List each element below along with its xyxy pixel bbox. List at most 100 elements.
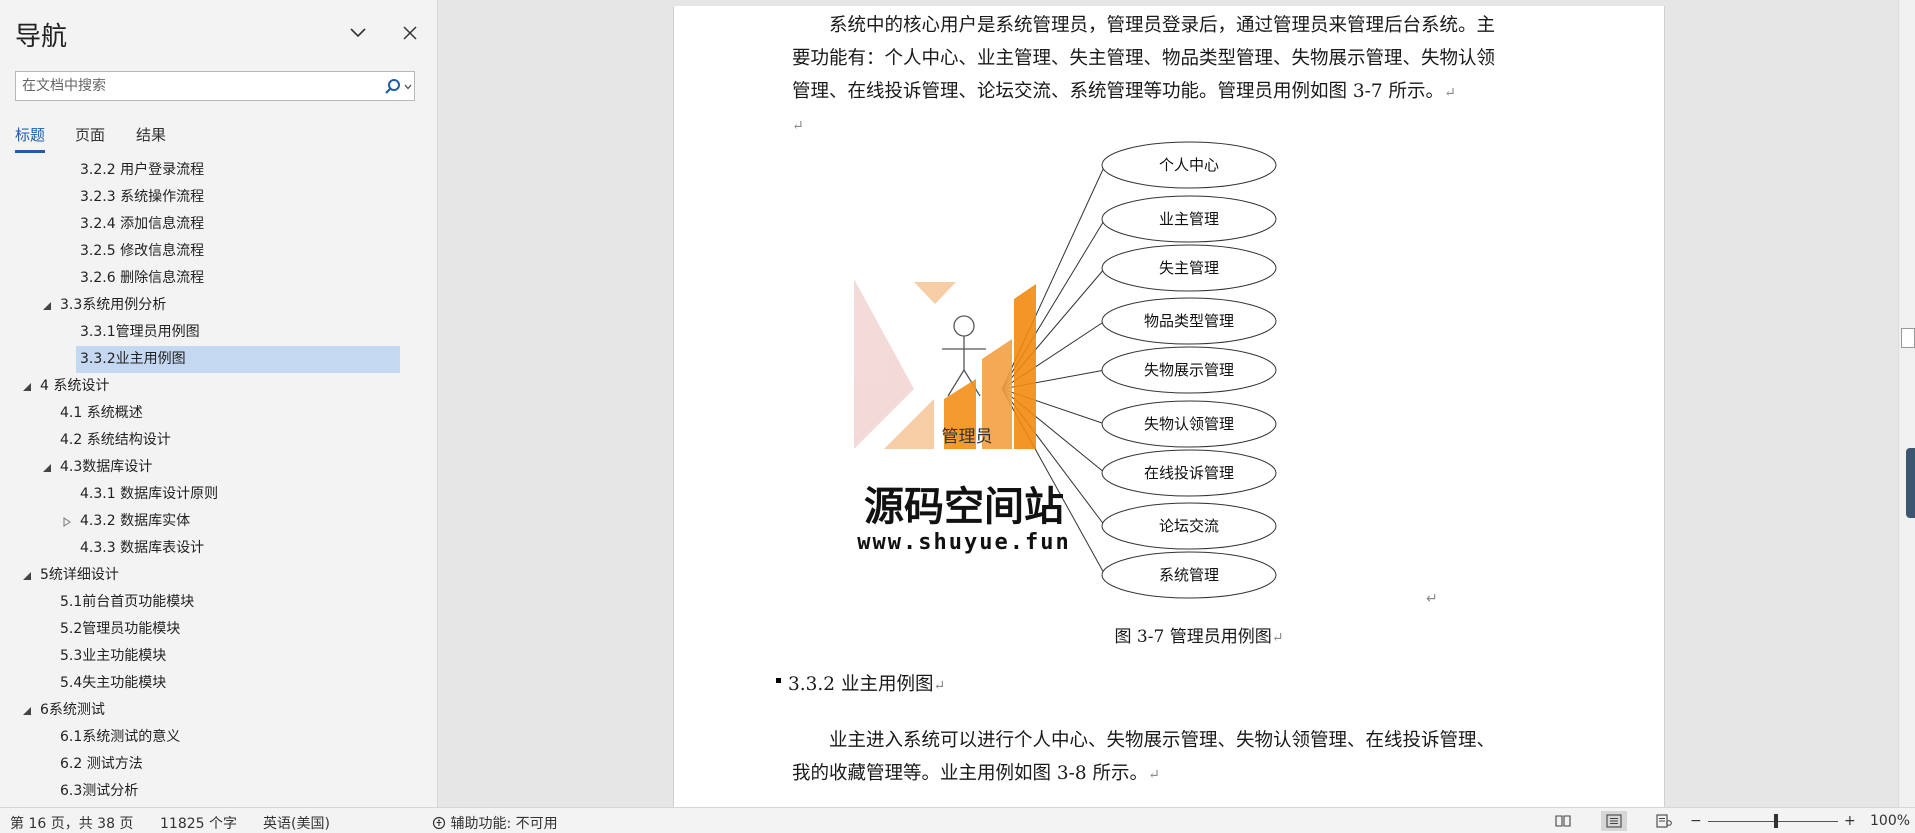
print-layout-button[interactable] xyxy=(1601,811,1627,831)
outline-item[interactable]: 6.1系统测试的意义 xyxy=(60,724,180,751)
expanded-triangle-icon[interactable] xyxy=(20,697,34,724)
outline-item-label: 6.3测试分析 xyxy=(60,783,139,799)
side-panel-grip[interactable] xyxy=(1906,448,1915,518)
outline-item[interactable]: 4.2 系统结构设计 xyxy=(60,427,171,454)
use-case: 失物展示管理 xyxy=(1101,346,1277,394)
search-icon[interactable] xyxy=(384,78,402,96)
outline-item-label: 4.3.3 数据库表设计 xyxy=(80,540,205,556)
tab-pages[interactable]: 页面 xyxy=(75,124,105,145)
paragraph-owner-intro: 业主进入系统可以进行个人中心、失物展示管理、失物认领管理、在线投诉管理、 我的收… xyxy=(792,724,1552,792)
collapsed-triangle-icon[interactable] xyxy=(60,508,74,535)
section-heading: 3.3.2 业主用例图↵ xyxy=(788,670,945,696)
status-bar: 第 16 页，共 38 页 11825 个字 英语(美国) 辅助功能: 不可用 xyxy=(0,807,1915,833)
outline-item-label: 4.3.2 数据库实体 xyxy=(80,513,191,529)
expanded-triangle-icon[interactable] xyxy=(20,562,34,589)
outline-item-label: 4.3.1 数据库设计原则 xyxy=(80,486,219,502)
expanded-triangle-icon[interactable] xyxy=(20,373,34,400)
zoom-slider-thumb[interactable] xyxy=(1774,814,1778,828)
outline-item[interactable]: 6系统测试 xyxy=(40,697,105,724)
web-layout-button[interactable] xyxy=(1651,811,1677,831)
close-icon xyxy=(403,26,417,40)
watermark-logo xyxy=(854,279,1036,449)
outline-item-label: 4.1 系统概述 xyxy=(60,405,143,421)
outline-item[interactable]: 4 系统设计 xyxy=(40,373,109,400)
outline-item[interactable]: 3.2.3 系统操作流程 xyxy=(80,184,204,211)
outline-item[interactable]: 3.2.6 删除信息流程 xyxy=(80,265,204,292)
outline-item-label: 4.2 系统结构设计 xyxy=(60,432,171,448)
outline-item[interactable]: 3.2.2 用户登录流程 xyxy=(80,157,204,184)
use-case-label: 失物展示管理 xyxy=(1144,361,1234,379)
outline-item[interactable]: 4.3.2 数据库实体 xyxy=(80,508,190,535)
outline-item-label: 4.3数据库设计 xyxy=(60,459,153,475)
page-count[interactable]: 第 16 页，共 38 页 xyxy=(10,813,133,833)
outline-item[interactable]: 5.4失主功能模块 xyxy=(60,670,166,697)
search-box xyxy=(15,71,415,101)
paragraph-mark: ↵ xyxy=(1444,85,1456,101)
scrollbar-thumb[interactable] xyxy=(1901,328,1915,348)
actor-label: 管理员 xyxy=(942,427,993,447)
outline-item[interactable]: 4.1 系统概述 xyxy=(60,400,143,427)
watermark-url: www.shuyue.fun xyxy=(857,530,1071,555)
text-line: 管理、在线投诉管理、论坛交流、系统管理等功能。管理员用例如图 3-7 所示。 xyxy=(792,81,1445,102)
search-options-chevron-icon[interactable] xyxy=(404,82,412,92)
nav-close-button[interactable] xyxy=(395,18,425,48)
use-case-label: 在线投诉管理 xyxy=(1144,464,1234,482)
outline-item-label: 6.1系统测试的意义 xyxy=(60,729,181,745)
heading-bullet xyxy=(776,678,781,683)
watermark-title: 源码空间站 xyxy=(864,484,1064,530)
zoom-out-button[interactable]: − xyxy=(1690,813,1702,829)
outline-item[interactable]: 3.3.2业主用例图 xyxy=(76,346,400,373)
outline-item[interactable]: 4.3.3 数据库表设计 xyxy=(80,535,204,562)
heading-text: 3.3.2 业主用例图 xyxy=(788,674,934,695)
outline-item[interactable]: 5.1前台首页功能模块 xyxy=(60,589,194,616)
zoom-level[interactable]: 100% xyxy=(1870,813,1910,829)
expanded-triangle-icon[interactable] xyxy=(40,454,54,481)
outline-item[interactable]: 3.2.5 修改信息流程 xyxy=(80,238,204,265)
outline-item[interactable]: 6.2 测试方法 xyxy=(60,751,143,778)
read-mode-button[interactable] xyxy=(1550,811,1576,831)
paragraph-mark: ↵ xyxy=(1148,767,1160,783)
outline-item[interactable]: 6.3测试分析 xyxy=(60,778,138,805)
search-input[interactable] xyxy=(22,75,382,97)
use-case-label: 物品类型管理 xyxy=(1144,312,1234,330)
use-case-label: 业主管理 xyxy=(1159,210,1219,228)
use-case: 物品类型管理 xyxy=(1101,297,1277,345)
zoom-slider-track[interactable] xyxy=(1708,821,1838,822)
outline-item[interactable]: 4.3数据库设计 xyxy=(60,454,152,481)
outline-item-label: 6系统测试 xyxy=(40,702,105,718)
outline-item-label: 5.1前台首页功能模块 xyxy=(60,594,195,610)
outline-item[interactable]: 4.3.1 数据库设计原则 xyxy=(80,481,218,508)
outline-item[interactable]: 5统详细设计 xyxy=(40,562,119,589)
language-indicator[interactable]: 英语(美国) xyxy=(263,813,330,833)
text-line: 我的收藏管理等。业主用例如图 3-8 所示。 xyxy=(792,763,1149,784)
outline-item-label: 3.2.4 添加信息流程 xyxy=(80,216,205,232)
nav-options-button[interactable] xyxy=(343,18,373,48)
outline-item[interactable]: 3.3系统用例分析 xyxy=(60,292,166,319)
paragraph-mark: ↵ xyxy=(1271,630,1284,646)
outline-item[interactable]: 3.2.4 添加信息流程 xyxy=(80,211,204,238)
chevron-down-icon xyxy=(350,28,366,38)
outline-item[interactable]: 3.3.1管理员用例图 xyxy=(80,319,200,346)
outline-item-label: 3.3.1管理员用例图 xyxy=(80,324,200,340)
word-count[interactable]: 11825 个字 xyxy=(160,813,237,833)
book-icon xyxy=(1555,815,1571,827)
actor-figure xyxy=(942,315,986,397)
outline-item-label: 5.3业主功能模块 xyxy=(60,648,167,664)
expanded-triangle-icon[interactable] xyxy=(40,292,54,319)
document-page[interactable]: 系统中的核心用户是系统管理员，管理员登录后，通过管理员来管理后台系统。主 要功能… xyxy=(673,6,1665,807)
use-case-label: 论坛交流 xyxy=(1159,517,1219,535)
paragraph-mark: ↵ xyxy=(933,678,946,694)
outline-item-label: 3.3系统用例分析 xyxy=(60,297,167,313)
tab-results[interactable]: 结果 xyxy=(136,124,166,145)
tab-headings[interactable]: 标题 xyxy=(15,124,46,153)
accessibility-status[interactable]: 辅助功能: 不可用 xyxy=(432,813,558,833)
use-case: 失主管理 xyxy=(1101,244,1277,292)
outline-item-label: 5统详细设计 xyxy=(40,567,119,583)
outline-item[interactable]: 5.3业主功能模块 xyxy=(60,643,166,670)
outline-item-label: 3.2.5 修改信息流程 xyxy=(80,243,205,259)
outline-item[interactable]: 5.2管理员功能模块 xyxy=(60,616,180,643)
document-canvas[interactable]: 系统中的核心用户是系统管理员，管理员登录后，通过管理员来管理后台系统。主 要功能… xyxy=(438,0,1915,807)
zoom-in-button[interactable]: + xyxy=(1844,813,1856,829)
vertical-scrollbar[interactable] xyxy=(1898,0,1915,807)
caption-text: 图 3-7 管理员用例图 xyxy=(1114,627,1272,647)
